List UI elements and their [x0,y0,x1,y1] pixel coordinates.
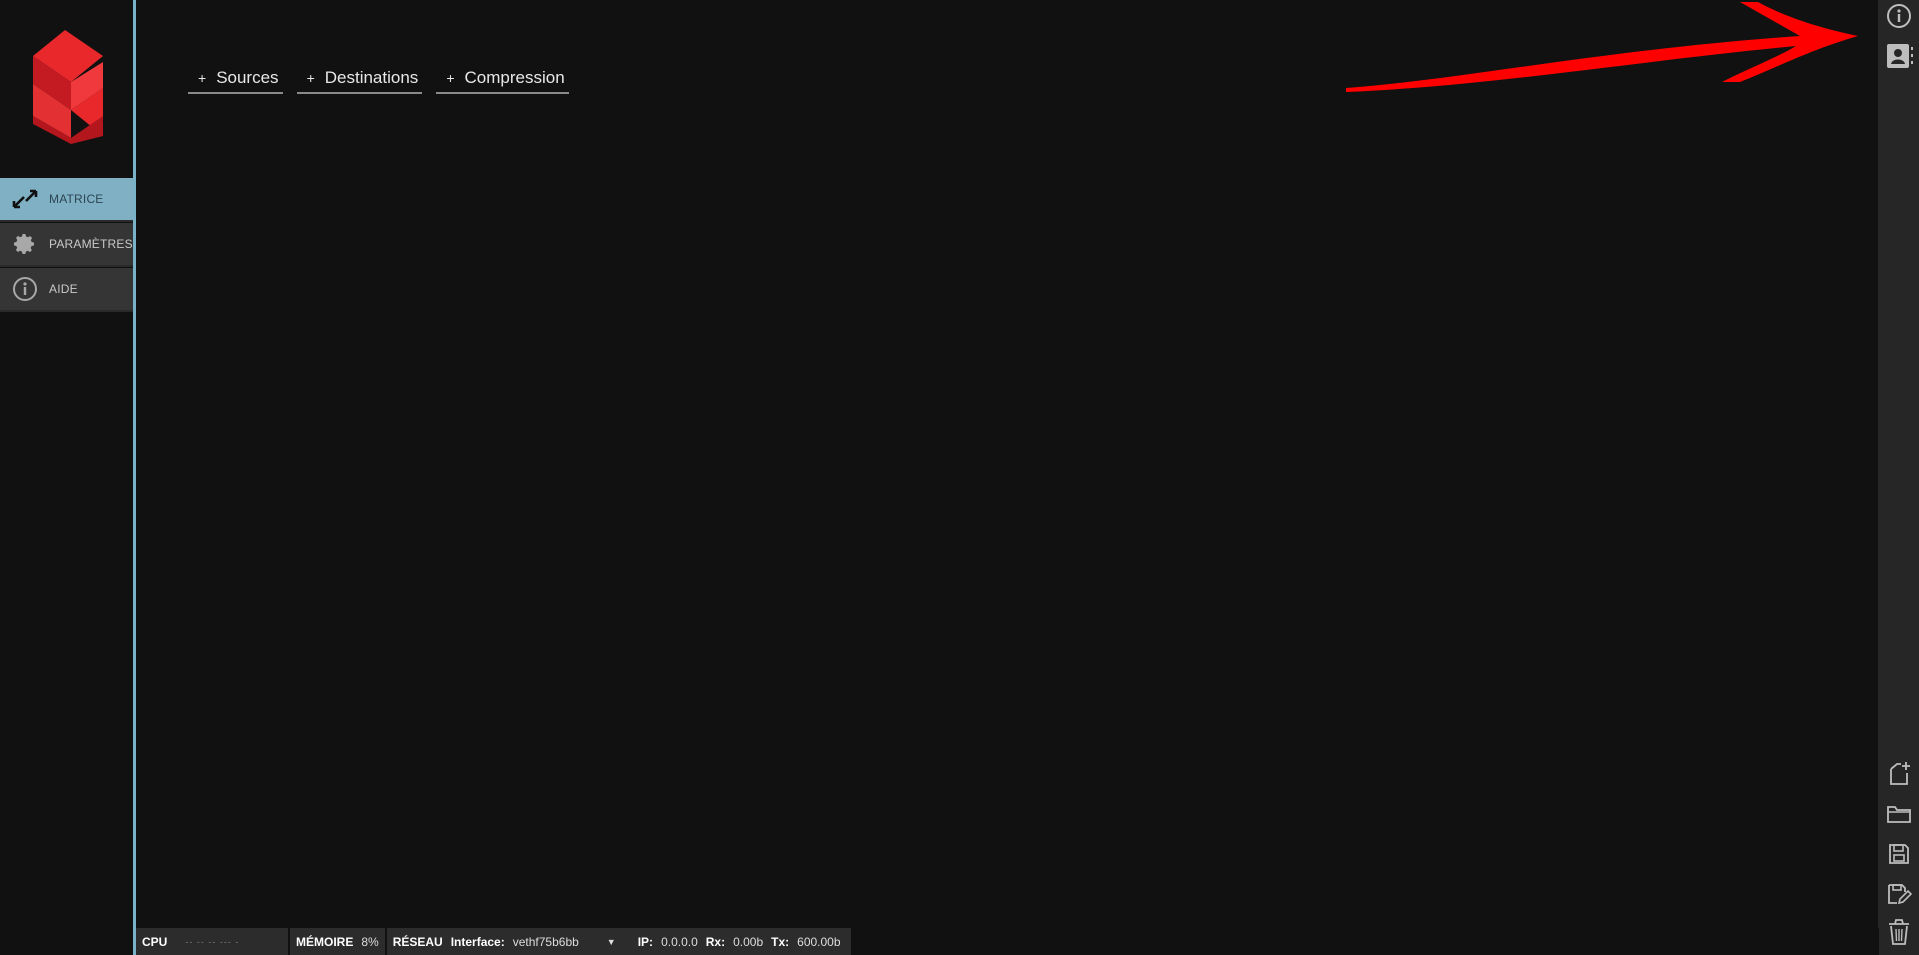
rx-label: Rx: [705,934,726,949]
interface-value: vethf75b6bb [512,934,579,949]
status-bar: CPU -- -- -- --- - MÉMOIRE 8% RÉSEAU Int… [136,928,1879,955]
chevron-down-icon: ▼ [606,936,616,947]
profile-button[interactable] [1878,40,1919,76]
tab-sources[interactable]: + Sources [188,68,283,94]
new-file-icon [1887,761,1911,792]
cpu-value: -- -- -- --- - [185,936,240,947]
tab-bar: + Sources + Destinations + Compression [188,68,569,94]
right-toolbar [1878,0,1919,955]
ip-label: IP: [637,934,654,949]
tab-compression[interactable]: + Compression [436,68,569,94]
info-button[interactable] [1878,0,1919,36]
tab-label: Destinations [324,68,419,87]
cpu-status: CPU -- -- -- --- - [136,928,288,955]
sidebar-item-label: AIDE [49,282,78,296]
save-as-icon [1886,882,1912,911]
network-label: RÉSEAU [392,934,443,949]
matrix-arrows-icon [10,184,40,214]
sidebar-nav: MATRICE PARAMÈTRES AIDE [0,178,133,313]
plus-icon: + [198,70,207,86]
sidebar-item-parametres[interactable]: PARAMÈTRES [0,223,133,267]
new-file-button[interactable] [1878,758,1919,794]
delete-button[interactable] [1878,916,1919,952]
app-logo [27,26,109,146]
save-as-button[interactable] [1878,878,1919,914]
tx-label: Tx: [771,934,790,949]
sidebar-item-aide[interactable]: AIDE [0,268,133,312]
info-icon [1886,3,1912,34]
sidebar-item-label: MATRICE [49,192,104,206]
memory-label: MÉMOIRE [296,934,354,949]
sidebar-item-label: PARAMÈTRES [49,237,133,251]
save-button[interactable] [1878,838,1919,874]
tab-destinations[interactable]: + Destinations [296,68,423,94]
trash-icon [1887,918,1911,951]
tab-label: Compression [464,68,565,87]
save-icon [1887,842,1911,871]
cpu-label: CPU [142,934,168,949]
user-profile-icon [1884,41,1914,76]
memory-value: 8% [361,934,379,949]
red-arrow-annotation [1346,2,1858,92]
gear-icon [10,229,40,259]
memory-status: MÉMOIRE 8% [290,928,385,955]
plus-icon: + [446,70,455,86]
open-folder-button[interactable] [1878,798,1919,834]
ip-value: 0.0.0.0 [661,934,698,949]
tab-label: Sources [216,68,279,87]
info-icon [10,274,40,304]
interface-select[interactable]: vethf75b6bb ▼ [513,935,616,949]
folder-icon [1886,803,1912,830]
sidebar: MATRICE PARAMÈTRES AIDE [0,0,136,955]
network-status: RÉSEAU Interface: vethf75b6bb ▼ IP: 0.0.… [386,928,851,955]
interface-label: Interface: [450,934,505,949]
rx-value: 0.00b [733,934,764,949]
tx-value: 600.00b [797,934,841,949]
plus-icon: + [306,70,315,86]
sidebar-item-matrice[interactable]: MATRICE [0,178,133,222]
